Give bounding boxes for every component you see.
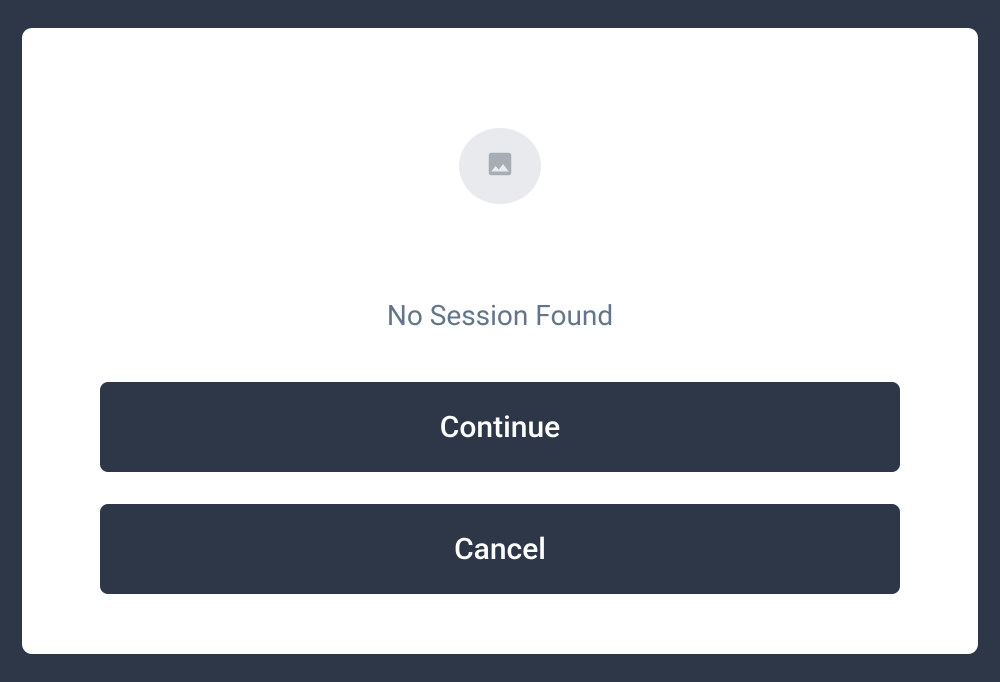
cancel-button[interactable]: Cancel: [100, 504, 900, 594]
image-placeholder-icon: [485, 149, 515, 183]
dialog-message: No Session Found: [387, 299, 613, 332]
dialog-icon-container: [459, 128, 541, 204]
continue-button[interactable]: Continue: [100, 382, 900, 472]
dialog-card: No Session Found Continue Cancel: [22, 28, 978, 654]
